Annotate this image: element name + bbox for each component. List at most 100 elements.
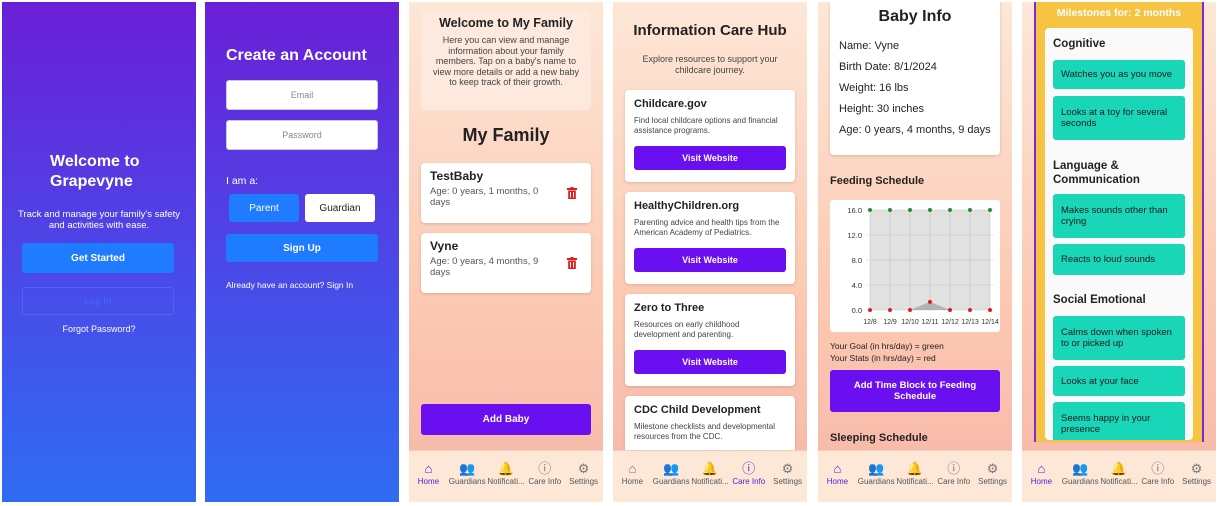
milestone-item[interactable]: Reacts to loud sounds <box>1053 244 1185 275</box>
role-label: I am a: <box>226 175 259 187</box>
nav-care-info[interactable]: ⓘ Care Info <box>935 461 973 486</box>
baby-info-title: Baby Info <box>878 8 952 25</box>
create-account-title: Create an Account <box>226 47 367 64</box>
milestone-item[interactable]: Looks at your face <box>1053 366 1185 396</box>
nav-notifications[interactable]: 🔔 Notificati... <box>487 461 525 486</box>
bell-icon: 🔔 <box>906 461 924 476</box>
my-family-heading: My Family <box>462 125 550 145</box>
stats-point <box>988 308 992 312</box>
baby-info-birth: Birth Date: 8/1/2024 <box>839 61 937 73</box>
nav-guardians[interactable]: 👥 Guardians <box>448 461 486 486</box>
home-icon: ⌂ <box>628 461 637 476</box>
parent-button[interactable]: Parent <box>229 194 299 222</box>
get-started-button[interactable]: Get Started <box>22 243 174 273</box>
bottom-nav: ⌂ Home 👥 Guardians 🔔 Notificati... ⓘ Care In… <box>818 450 1012 502</box>
nav-care-info[interactable]: ⓘ Care Info <box>730 461 768 486</box>
forgot-password-link[interactable]: Forgot Password? <box>2 324 196 334</box>
baby-card[interactable]: TestBaby Age: 0 years, 1 months, 0 days <box>421 163 591 223</box>
section-title: Language & Communication <box>1053 160 1140 186</box>
sign-in-link[interactable]: Already have an account? Sign In <box>226 280 353 290</box>
people-icon: 👥 <box>459 461 476 476</box>
nav-care-info[interactable]: ⓘ Care Info <box>1139 461 1177 486</box>
baby-info-name: Name: Vyne <box>839 40 900 52</box>
sign-up-button[interactable]: Sign Up <box>226 234 378 262</box>
goal-point <box>948 208 952 212</box>
nav-notifications[interactable]: 🔔 Notificati... <box>691 461 729 486</box>
visit-website-button[interactable]: Visit Website <box>634 350 786 374</box>
people-icon: 👥 <box>868 461 885 476</box>
nav-settings[interactable]: ⚙ Settings <box>1178 461 1216 486</box>
gear-icon: ⚙ <box>986 461 999 476</box>
baby-age: Age: 0 years, 1 months, 0 days <box>430 186 539 208</box>
home-icon: ⌂ <box>1037 461 1046 476</box>
stats-point <box>888 308 892 312</box>
milestones-screen: Milestones for: 2 months Cognitive Watch… <box>1022 2 1216 502</box>
stats-point <box>968 308 972 312</box>
feeding-chart: 16.0 12.0 8.0 4.0 0.012/8 12/9 12/10 12/11 12/12… <box>830 200 1000 332</box>
x-tick-label: 12/10 <box>901 319 919 326</box>
y-tick-label: 8.0 <box>852 256 862 265</box>
email-field[interactable]: Email <box>226 80 378 110</box>
x-tick-label: 12/9 <box>883 319 897 326</box>
milestone-item[interactable]: Makes sounds other than crying <box>1053 194 1185 238</box>
hub-subtitle: Explore resources to support your childc… <box>642 54 778 75</box>
bottom-nav: ⌂ Home 👥 Guardians 🔔 Notificati... ⓘ Care In… <box>409 450 603 502</box>
y-tick-label: 0.0 <box>852 306 862 315</box>
people-icon: 👥 <box>1072 461 1089 476</box>
nav-notifications[interactable]: 🔔 Notificati... <box>1100 461 1138 486</box>
milestones-list: Cognitive Watches you as you move Looks … <box>1045 28 1193 440</box>
milestone-item[interactable]: Watches you as you move <box>1053 60 1185 89</box>
goal-legend: Your Goal (in hrs/day) = green <box>830 341 944 351</box>
nav-home[interactable]: ⌂ Home <box>1022 461 1060 486</box>
care-hub-screen: Information Care Hub Explore resources t… <box>613 2 807 502</box>
milestone-item[interactable]: Calms down when spoken to or picked up <box>1053 316 1185 360</box>
family-welcome-text: Here you can view and manage information… <box>432 35 580 87</box>
welcome-title: Welcome to Grapevyne <box>50 153 140 190</box>
resource-name: Zero to Three <box>634 302 705 314</box>
milestone-item[interactable]: Looks at a toy for several seconds <box>1053 96 1185 140</box>
nav-settings[interactable]: ⚙ Settings <box>974 461 1012 486</box>
nav-home[interactable]: ⌂ Home <box>409 461 447 486</box>
log-in-button[interactable]: Log In <box>22 287 174 315</box>
bell-icon: 🔔 <box>701 461 719 476</box>
nav-home[interactable]: ⌂ Home <box>613 461 651 486</box>
add-time-block-button[interactable]: Add Time Block to Feeding Schedule <box>830 370 1000 412</box>
nav-notifications[interactable]: 🔔 Notificati... <box>896 461 934 486</box>
people-icon: 👥 <box>663 461 680 476</box>
create-account-screen: Create an Account Email Password I am a:… <box>205 2 399 502</box>
hub-title: Information Care Hub <box>633 22 787 39</box>
resource-card: Childcare.gov Find local childcare optio… <box>625 90 795 182</box>
stats-point <box>868 308 872 312</box>
x-tick-label: 12/8 <box>863 319 877 326</box>
goal-area <box>870 210 990 310</box>
baby-info-age: Age: 0 years, 4 months, 9 days <box>839 124 991 136</box>
visit-website-button[interactable]: Visit Website <box>634 146 786 170</box>
guardian-button[interactable]: Guardian <box>305 194 375 222</box>
sleeping-title: Sleeping Schedule <box>830 432 928 444</box>
nav-guardians[interactable]: 👥 Guardians <box>857 461 895 486</box>
nav-settings[interactable]: ⚙ Settings <box>769 461 807 486</box>
baby-info-screen: Baby Info Name: Vyne Birth Date: 8/1/202… <box>818 2 1012 502</box>
nav-settings[interactable]: ⚙ Settings <box>565 461 603 486</box>
resource-desc: Find local childcare options and financi… <box>634 116 778 135</box>
stats-point <box>948 308 952 312</box>
bottom-nav: ⌂ Home 👥 Guardians 🔔 Notificati... ⓘ Care In… <box>613 450 807 502</box>
baby-card[interactable]: Vyne Age: 0 years, 4 months, 9 days <box>421 233 591 293</box>
gear-icon: ⚙ <box>577 461 590 476</box>
nav-guardians[interactable]: 👥 Guardians <box>652 461 690 486</box>
resource-desc: Parenting advice and health tips from th… <box>634 218 780 237</box>
milestones-frame: Milestones for: 2 months Cognitive Watch… <box>1034 2 1204 442</box>
baby-name: Vyne <box>430 239 459 253</box>
section-title: Cognitive <box>1053 38 1106 50</box>
visit-website-button[interactable]: Visit Website <box>634 248 786 272</box>
nav-care-info[interactable]: ⓘ Care Info <box>526 461 564 486</box>
nav-home[interactable]: ⌂ Home <box>818 461 856 486</box>
nav-guardians[interactable]: 👥 Guardians <box>1061 461 1099 486</box>
delete-icon[interactable] <box>567 187 577 199</box>
my-family-screen: Welcome to My Family Here you can view a… <box>409 2 603 502</box>
home-icon: ⌂ <box>424 461 433 476</box>
add-baby-button[interactable]: Add Baby <box>421 404 591 435</box>
delete-icon[interactable] <box>567 257 577 269</box>
milestone-item[interactable]: Seems happy in your presence <box>1053 402 1185 440</box>
password-field[interactable]: Password <box>226 120 378 150</box>
